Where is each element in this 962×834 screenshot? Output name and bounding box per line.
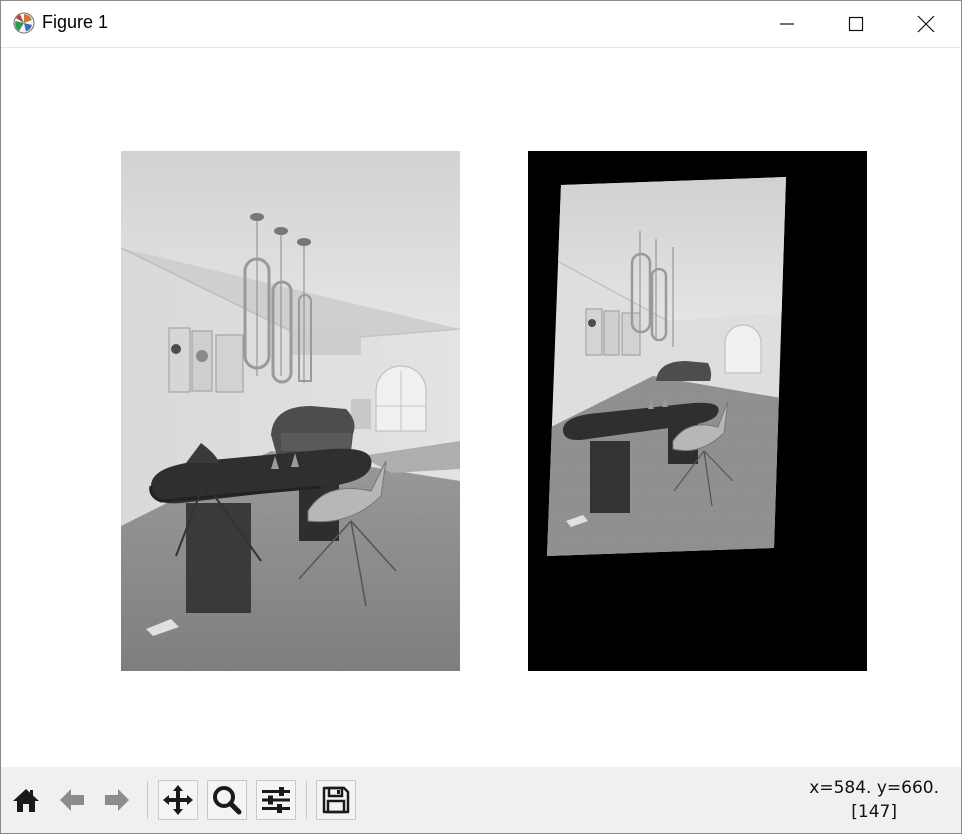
room-photo <box>121 151 460 671</box>
maximize-icon <box>848 16 864 32</box>
maximize-button[interactable] <box>821 1 891 47</box>
forward-button[interactable] <box>97 780 137 820</box>
window-title: Figure 1 <box>42 12 109 32</box>
rotated-room-photo <box>528 151 867 671</box>
pan-icon <box>163 785 193 815</box>
home-icon <box>13 789 39 812</box>
title-bar[interactable]: Figure 1 <box>1 1 961 48</box>
rotated-image[interactable] <box>528 151 867 671</box>
close-icon <box>917 15 935 33</box>
zoom-button[interactable] <box>207 780 247 820</box>
close-button[interactable] <box>891 1 961 47</box>
status-readout: x=584. y=660. [147] <box>809 776 939 824</box>
save-button[interactable] <box>316 780 356 820</box>
figure-canvas[interactable] <box>1 48 961 767</box>
zoom-icon <box>213 786 242 815</box>
minimize-button[interactable] <box>752 1 822 47</box>
minimize-icon <box>780 23 794 25</box>
cursor-coordinates: x=584. y=660. <box>809 778 939 798</box>
back-icon <box>60 789 84 811</box>
pixel-value: [147] <box>851 802 897 822</box>
forward-icon <box>105 789 129 811</box>
save-icon <box>322 786 350 814</box>
toolbar-separator <box>147 781 148 819</box>
configure-subplots-button[interactable] <box>256 780 296 820</box>
matplotlib-icon <box>13 12 35 34</box>
figure-window: Figure 1 x=584. y=660. [147] <box>0 0 962 834</box>
navigation-toolbar: x=584. y=660. [147] <box>1 767 961 833</box>
back-button[interactable] <box>52 780 92 820</box>
pan-button[interactable] <box>158 780 198 820</box>
toolbar-separator <box>306 781 307 819</box>
configure-subplots-icon <box>262 787 290 813</box>
home-button[interactable] <box>6 780 46 820</box>
original-image[interactable] <box>121 151 460 671</box>
